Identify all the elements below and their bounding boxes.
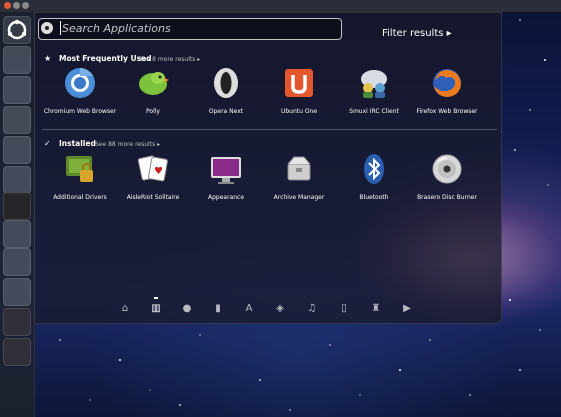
archive-icon <box>287 156 311 181</box>
solitaire-icon: ♥ <box>137 155 168 182</box>
star-icon: ★ <box>44 54 52 63</box>
app-smuxi[interactable]: Smuxi IRC Client <box>334 66 414 115</box>
search-icon <box>41 22 53 34</box>
brasero-icon <box>432 154 462 184</box>
see-more-installed-link[interactable]: See 88 more results ▸ <box>95 141 160 148</box>
documents-lens-icon[interactable]: ▯ <box>338 303 350 315</box>
music-lens-icon[interactable]: ♫ <box>306 303 318 315</box>
app-aisleriot-solitaire[interactable]: ♥ AisleRiot Solitaire <box>113 152 193 201</box>
launcher-item-app-4[interactable] <box>3 136 31 164</box>
search-input[interactable] <box>62 18 332 38</box>
app-chromium[interactable]: Chromium Web Browser <box>40 66 120 115</box>
ubuntu-one-icon <box>285 69 313 97</box>
lens-bar: ⌂ ▥ ● ▮ A ◈ ♫ ▯ ♜ ▶ <box>108 297 428 320</box>
photos-lens-icon[interactable]: ◈ <box>274 303 286 315</box>
smuxi-icon <box>361 70 387 98</box>
app-label: Smuxi IRC Client <box>349 108 399 115</box>
app-appearance[interactable]: Appearance <box>186 152 266 201</box>
dash-home-button[interactable] <box>3 16 31 44</box>
launcher-item-terminal[interactable] <box>3 192 31 220</box>
social-lens-icon[interactable]: ● <box>181 303 193 315</box>
launcher-item-app-3[interactable] <box>3 106 31 134</box>
app-additional-drivers[interactable]: Additional Drivers <box>40 152 120 201</box>
fonts-lens-icon[interactable]: A <box>243 303 255 315</box>
app-brasero[interactable]: Brasero Disc Burner <box>407 152 487 201</box>
launcher-item-workspaces[interactable] <box>3 308 31 336</box>
home-lens-icon[interactable]: ⌂ <box>119 303 131 315</box>
opera-icon <box>214 68 238 98</box>
section-divider <box>42 129 497 130</box>
app-label: Chromium Web Browser <box>43 108 117 115</box>
filter-results-label: Filter results <box>382 28 444 39</box>
check-circle-icon: ✓ <box>44 139 51 148</box>
section-title-installed: Installed <box>59 139 96 148</box>
minimize-window-button[interactable] <box>13 2 20 9</box>
see-more-installed-label: See 88 more results <box>95 141 156 148</box>
polly-icon <box>139 72 169 95</box>
appearance-icon <box>211 157 241 184</box>
text-caret <box>60 21 61 35</box>
app-archive-manager[interactable]: Archive Manager <box>259 152 339 201</box>
app-label: AisleRiot Solitaire <box>126 194 180 201</box>
launcher-item-settings[interactable] <box>3 248 31 276</box>
app-label: Ubuntu One <box>280 108 318 115</box>
app-label: Additional Drivers <box>53 194 107 201</box>
app-label: Appearance <box>207 194 245 201</box>
app-opera-next[interactable]: Opera Next <box>186 66 266 115</box>
app-label: Firefox Web Browser <box>416 108 478 115</box>
launcher-item-files[interactable] <box>3 46 31 74</box>
app-bluetooth[interactable]: Bluetooth <box>334 152 414 201</box>
bluetooth-icon <box>364 154 384 184</box>
video-lens-icon[interactable]: ▶ <box>401 303 413 315</box>
see-more-frequent-label: See 8 more results <box>139 56 196 63</box>
chromium-icon <box>65 68 95 98</box>
app-label: Brasero Disc Burner <box>417 194 477 201</box>
svg-text:♥: ♥ <box>154 166 163 177</box>
app-label: Polly <box>146 108 160 115</box>
app-polly[interactable]: Polly <box>113 66 193 115</box>
launcher-item-browser[interactable] <box>3 76 31 104</box>
filter-arrow-icon: ▸ <box>446 28 452 39</box>
see-more-arrow-icon: ▸ <box>197 56 201 63</box>
drivers-icon <box>66 156 93 182</box>
filter-results-button[interactable]: Filter results ▸ <box>382 28 452 39</box>
app-label: Archive Manager <box>273 194 325 201</box>
launcher-item-trash[interactable] <box>3 338 31 366</box>
app-ubuntu-one[interactable]: Ubuntu One <box>259 66 339 115</box>
close-window-button[interactable] <box>4 2 11 9</box>
launcher-item-opera[interactable] <box>3 220 31 248</box>
app-firefox[interactable]: Firefox Web Browser <box>407 66 487 115</box>
tools-lens-icon[interactable]: ♜ <box>370 303 382 315</box>
app-label: Bluetooth <box>359 194 389 201</box>
launcher-item-app-5[interactable] <box>3 166 31 194</box>
files-lens-icon[interactable]: ▮ <box>212 303 224 315</box>
see-more-frequent-link[interactable]: See 8 more results ▸ <box>139 56 200 63</box>
app-label: Opera Next <box>208 108 244 115</box>
active-lens-indicator <box>154 297 158 299</box>
maximize-window-button[interactable] <box>22 2 29 9</box>
firefox-icon <box>433 69 461 97</box>
launcher-item-app-9[interactable] <box>3 278 31 306</box>
see-more-arrow-icon: ▸ <box>157 141 161 148</box>
launcher <box>0 12 35 417</box>
applications-lens-icon[interactable]: ▥ <box>150 303 162 315</box>
ubuntu-logo-icon <box>7 19 27 40</box>
section-title-frequent: Most Frequently Used <box>59 54 152 63</box>
